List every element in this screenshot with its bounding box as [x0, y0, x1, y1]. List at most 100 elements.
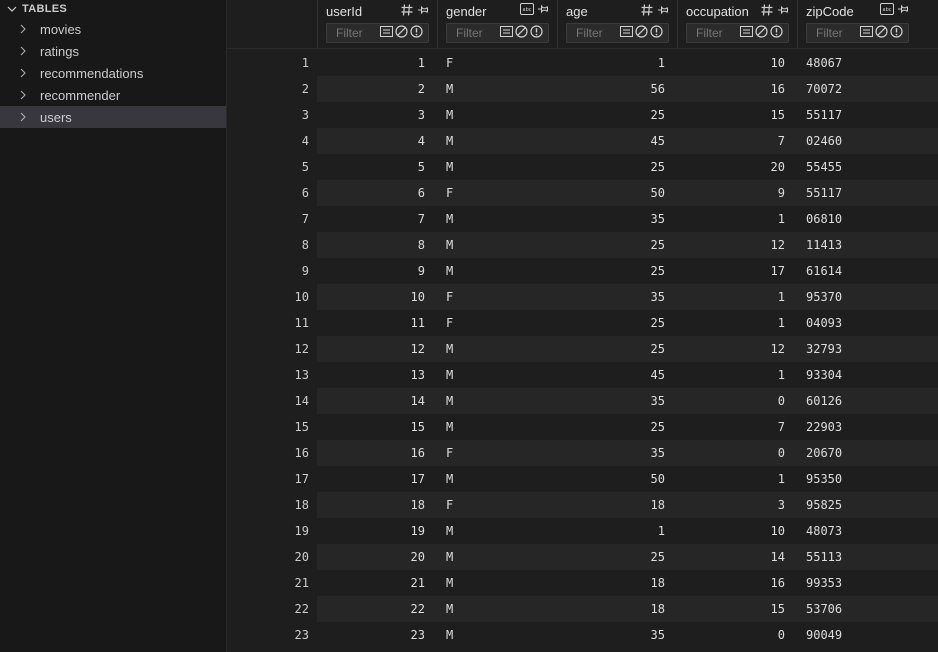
- table-row[interactable]: 5 5 M 25 20 55455: [227, 154, 938, 180]
- cell-gender[interactable]: M: [437, 570, 557, 596]
- table-row[interactable]: 1 1 F 1 10 48067: [227, 50, 938, 76]
- cell-gender[interactable]: M: [437, 206, 557, 232]
- cell-occupation[interactable]: 16: [677, 76, 797, 102]
- cell-occupation[interactable]: 9: [677, 180, 797, 206]
- cell-age[interactable]: 50: [557, 466, 677, 492]
- cell-gender[interactable]: F: [437, 310, 557, 336]
- cell-age[interactable]: 18: [557, 570, 677, 596]
- filter-info-icon[interactable]: [410, 25, 423, 41]
- cell-gender[interactable]: M: [437, 128, 557, 154]
- table-row[interactable]: 20 20 M 25 14 55113: [227, 544, 938, 570]
- cell-gender[interactable]: M: [437, 518, 557, 544]
- table-row[interactable]: 9 9 M 25 17 61614: [227, 258, 938, 284]
- cell-zipCode[interactable]: 55117: [797, 180, 917, 206]
- cell-gender[interactable]: M: [437, 466, 557, 492]
- cell-zipCode[interactable]: 32793: [797, 336, 917, 362]
- filter-info-icon[interactable]: [890, 25, 903, 41]
- cell-age[interactable]: 45: [557, 362, 677, 388]
- cell-age[interactable]: 18: [557, 596, 677, 622]
- cell-occupation[interactable]: 14: [677, 544, 797, 570]
- cell-zipCode[interactable]: 55113: [797, 544, 917, 570]
- cell-zipCode[interactable]: 95350: [797, 466, 917, 492]
- table-row[interactable]: 18 18 F 18 3 95825: [227, 492, 938, 518]
- table-row[interactable]: 14 14 M 35 0 60126: [227, 388, 938, 414]
- cell-occupation[interactable]: 15: [677, 102, 797, 128]
- table-row[interactable]: 13 13 M 45 1 93304: [227, 362, 938, 388]
- cell-gender[interactable]: M: [437, 362, 557, 388]
- column-header-zipCode[interactable]: zipCode abc: [797, 0, 917, 48]
- cell-occupation[interactable]: 0: [677, 388, 797, 414]
- cell-age[interactable]: 35: [557, 388, 677, 414]
- sidebar-item-movies[interactable]: movies: [0, 18, 226, 40]
- cell-zipCode[interactable]: 60126: [797, 388, 917, 414]
- cell-gender[interactable]: F: [437, 50, 557, 76]
- cell-occupation[interactable]: 1: [677, 284, 797, 310]
- cell-occupation[interactable]: 17: [677, 258, 797, 284]
- table-row[interactable]: 22 22 M 18 15 53706: [227, 596, 938, 622]
- table-row[interactable]: 17 17 M 50 1 95350: [227, 466, 938, 492]
- column-header-age[interactable]: age: [557, 0, 677, 48]
- cell-age[interactable]: 35: [557, 206, 677, 232]
- filter-input[interactable]: [807, 26, 852, 40]
- cell-occupation[interactable]: 7: [677, 128, 797, 154]
- cell-userId[interactable]: 8: [317, 232, 437, 258]
- table-row[interactable]: 16 16 F 35 0 20670: [227, 440, 938, 466]
- cell-occupation[interactable]: 15: [677, 596, 797, 622]
- cell-userId[interactable]: 4: [317, 128, 437, 154]
- column-header-gender[interactable]: gender abc: [437, 0, 557, 48]
- cell-userId[interactable]: 6: [317, 180, 437, 206]
- cell-userId[interactable]: 12: [317, 336, 437, 362]
- filter-list-icon[interactable]: [380, 25, 393, 41]
- table-row[interactable]: 11 11 F 25 1 04093: [227, 310, 938, 336]
- cell-occupation[interactable]: 7: [677, 414, 797, 440]
- cell-zipCode[interactable]: 90049: [797, 622, 917, 648]
- cell-zipCode[interactable]: 06810: [797, 206, 917, 232]
- cell-userId[interactable]: 10: [317, 284, 437, 310]
- pin-icon[interactable]: [537, 3, 549, 15]
- cell-age[interactable]: 35: [557, 284, 677, 310]
- table-row[interactable]: 3 3 M 25 15 55117: [227, 102, 938, 128]
- cell-age[interactable]: 25: [557, 102, 677, 128]
- cell-occupation[interactable]: 20: [677, 154, 797, 180]
- cell-zipCode[interactable]: 20670: [797, 440, 917, 466]
- filter-list-icon[interactable]: [860, 25, 873, 41]
- column-header-occupation[interactable]: occupation: [677, 0, 797, 48]
- clear-filter-icon[interactable]: [395, 25, 408, 41]
- cell-age[interactable]: 25: [557, 258, 677, 284]
- cell-gender[interactable]: M: [437, 414, 557, 440]
- cell-zipCode[interactable]: 11413: [797, 232, 917, 258]
- cell-occupation[interactable]: 10: [677, 50, 797, 76]
- cell-occupation[interactable]: 16: [677, 570, 797, 596]
- table-row[interactable]: 6 6 F 50 9 55117: [227, 180, 938, 206]
- sidebar-item-users[interactable]: users: [0, 106, 226, 128]
- cell-zipCode[interactable]: 53706: [797, 596, 917, 622]
- filter-info-icon[interactable]: [770, 25, 783, 41]
- filter-info-icon[interactable]: [650, 25, 663, 41]
- cell-age[interactable]: 25: [557, 336, 677, 362]
- cell-userId[interactable]: 3: [317, 102, 437, 128]
- cell-age[interactable]: 1: [557, 518, 677, 544]
- clear-filter-icon[interactable]: [755, 25, 768, 41]
- cell-userId[interactable]: 13: [317, 362, 437, 388]
- table-row[interactable]: 10 10 F 35 1 95370: [227, 284, 938, 310]
- cell-occupation[interactable]: 1: [677, 310, 797, 336]
- table-row[interactable]: 12 12 M 25 12 32793: [227, 336, 938, 362]
- cell-occupation[interactable]: 1: [677, 362, 797, 388]
- cell-occupation[interactable]: 3: [677, 492, 797, 518]
- cell-userId[interactable]: 9: [317, 258, 437, 284]
- cell-gender[interactable]: M: [437, 258, 557, 284]
- cell-occupation[interactable]: 12: [677, 336, 797, 362]
- filter-input[interactable]: [567, 26, 612, 40]
- table-row[interactable]: 21 21 M 18 16 99353: [227, 570, 938, 596]
- filter-input[interactable]: [327, 26, 372, 40]
- cell-gender[interactable]: M: [437, 154, 557, 180]
- cell-userId[interactable]: 18: [317, 492, 437, 518]
- cell-age[interactable]: 50: [557, 180, 677, 206]
- cell-age[interactable]: 56: [557, 76, 677, 102]
- pin-icon[interactable]: [657, 4, 669, 16]
- cell-userId[interactable]: 1: [317, 50, 437, 76]
- table-row[interactable]: 4 4 M 45 7 02460: [227, 128, 938, 154]
- cell-age[interactable]: 25: [557, 154, 677, 180]
- cell-zipCode[interactable]: 48073: [797, 518, 917, 544]
- cell-zipCode[interactable]: 22903: [797, 414, 917, 440]
